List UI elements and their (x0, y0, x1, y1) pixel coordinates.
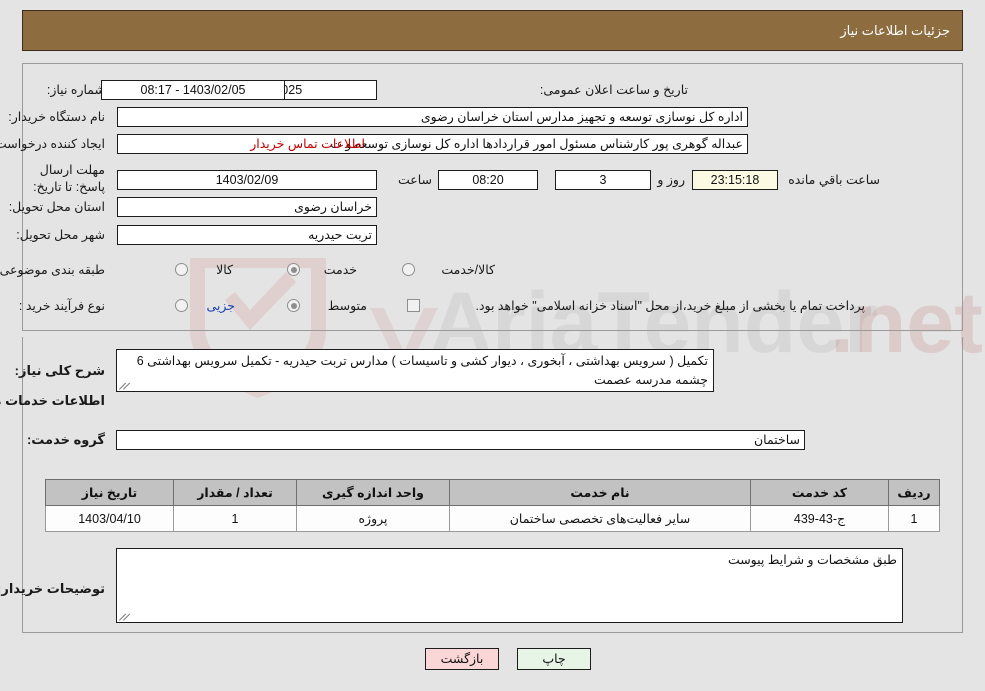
deadline-label: مهلت ارسال پاسخ: تا تاریخ: (33, 163, 105, 194)
buyer-org-label: نام دستگاه خریدار: (8, 110, 105, 124)
treasury-documents-label: پرداخت تمام یا بخشی از مبلغ خرید،از محل … (475, 299, 865, 313)
back-button[interactable]: بازگشت (425, 648, 499, 670)
remaining-days-value: 3 (555, 170, 651, 190)
radio-category-kala[interactable] (175, 263, 188, 276)
service-group-label: گروه خدمت: (26, 432, 105, 447)
treasury-documents-checkbox[interactable] (407, 299, 420, 312)
resize-grip-icon[interactable] (119, 380, 131, 390)
need-number-label: شماره نیاز: (46, 83, 105, 97)
process-option-1-label: متوسط (327, 299, 367, 313)
remaining-time-value: 23:15:18 (692, 170, 778, 190)
category-option-1-label: خدمت (323, 263, 357, 277)
buyer-notes-textarea[interactable]: طبق مشخصات و شرایط پیوست (116, 548, 903, 623)
province-value: خراسان رضوی (117, 197, 377, 217)
buyer-notes-value: طبق مشخصات و شرایط پیوست (727, 553, 897, 567)
process-label: نوع فرآیند خرید : (18, 299, 105, 313)
buyer-contact-link[interactable]: اطلاعات تماس خریدار (250, 136, 365, 151)
radio-category-kala-khedmat[interactable] (402, 263, 415, 276)
description-textarea[interactable]: تکمیل ( سرویس بهداشتی ، آبخوری ، دیوار ک… (116, 349, 714, 392)
city-label: شهر محل تحویل: (16, 228, 105, 242)
description-label: شرح کلی نیاز: (14, 363, 105, 378)
category-option-2-label: کالا/خدمت (441, 263, 495, 277)
radio-process-motevasset[interactable] (287, 299, 300, 312)
announce-datetime-value: 1403/02/05 - 08:17 (101, 80, 285, 100)
creator-label: ایجاد کننده درخواست: (0, 137, 105, 151)
page-header: جزئیات اطلاعات نیاز (22, 10, 963, 51)
category-option-0-label: کالا (216, 263, 233, 277)
deadline-hour-value: 08:20 (438, 170, 538, 190)
print-button[interactable]: چاپ (517, 648, 591, 670)
radio-category-khedmat[interactable] (287, 263, 300, 276)
creator-value: عبداله گوهری پور کارشناس مسئول امور قرار… (117, 134, 748, 154)
service-group-value: ساختمان (116, 430, 805, 450)
buyer-org-value: اداره کل نوسازی توسعه و تجهیز مدارس استا… (117, 107, 748, 127)
deadline-hour-label: ساعت (397, 173, 432, 187)
services-section-heading: اطلاعات خدمات مورد نیاز (0, 393, 105, 408)
process-option-0-label: جزیی (206, 299, 235, 313)
page-title: جزئیات اطلاعات نیاز (840, 23, 950, 38)
category-label: طبقه بندی موضوعی: (0, 263, 105, 277)
remaining-days-label: روز و (657, 173, 685, 187)
province-label: استان محل تحویل: (8, 200, 105, 214)
buyer-notes-label: توضیحات خریدار: (0, 581, 105, 596)
radio-process-jozii[interactable] (175, 299, 188, 312)
resize-grip-icon[interactable] (119, 611, 131, 621)
city-value: تربت حیدریه (117, 225, 377, 245)
description-value: تکمیل ( سرویس بهداشتی ، آبخوری ، دیوار ک… (136, 354, 708, 387)
remaining-time-label: ساعت باقي مانده (788, 173, 880, 187)
announce-datetime-label: تاریخ و ساعت اعلان عمومی: (539, 83, 688, 97)
deadline-date-value: 1403/02/09 (117, 170, 377, 190)
